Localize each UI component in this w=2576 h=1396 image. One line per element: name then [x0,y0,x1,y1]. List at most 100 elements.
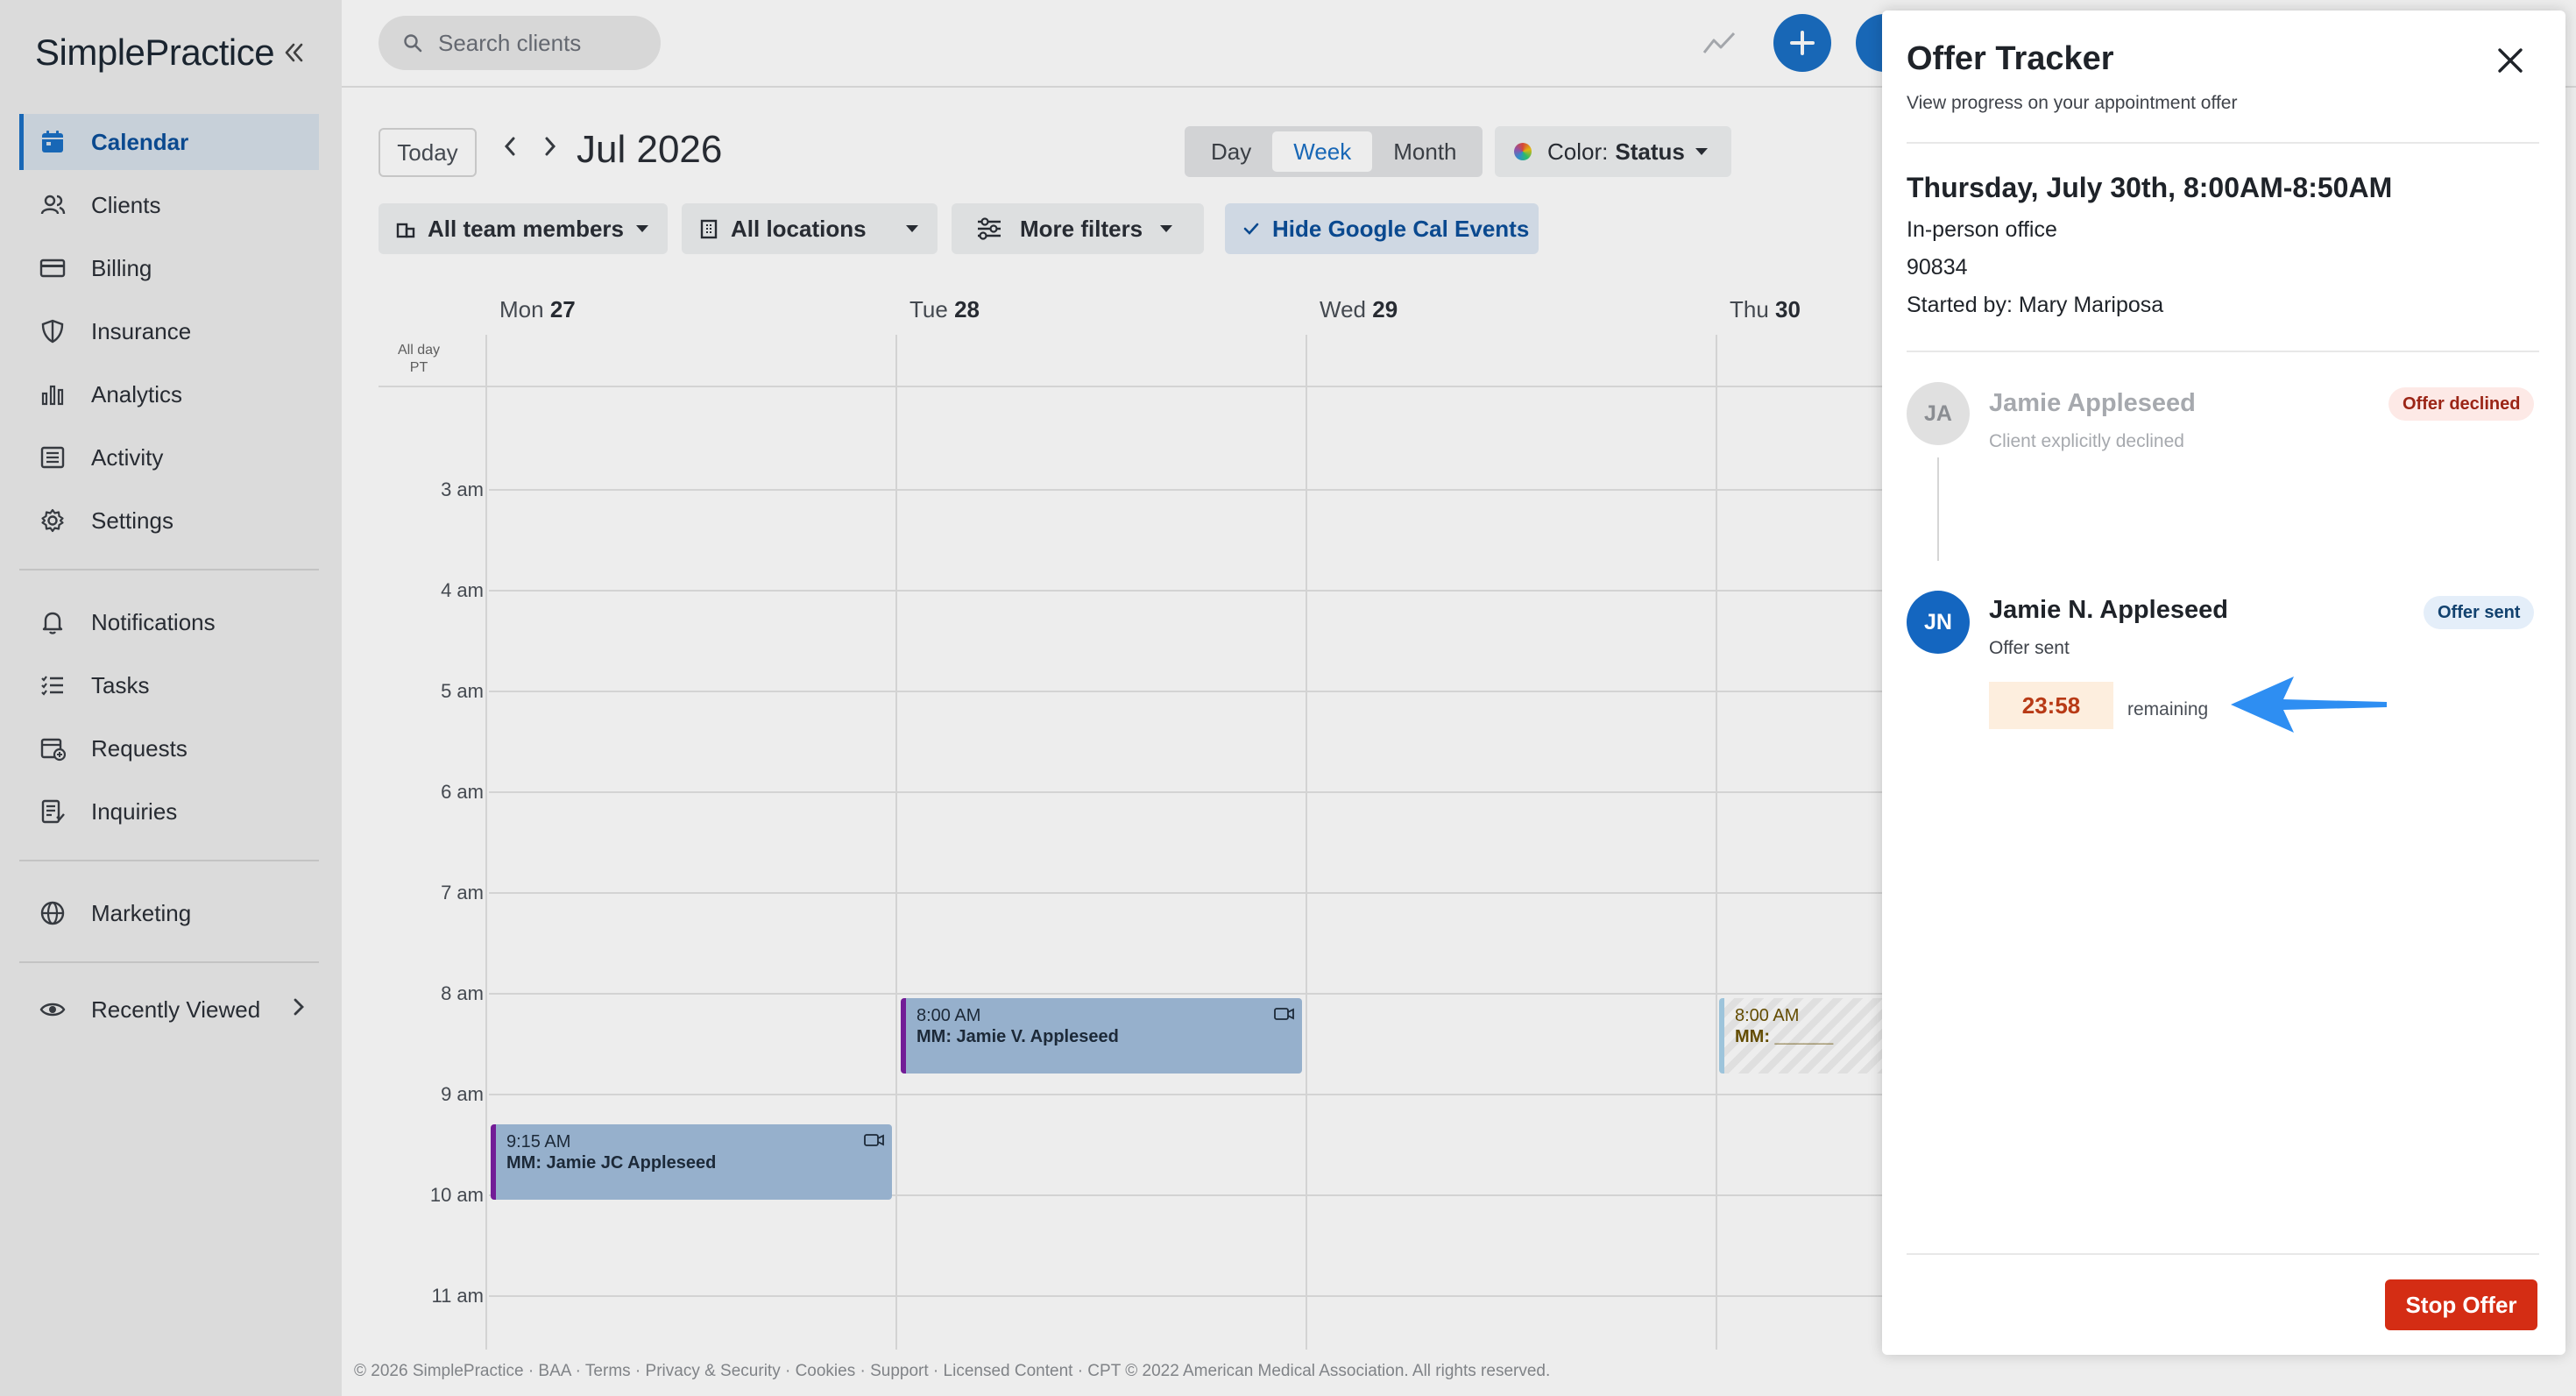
grid-line [489,1295,1894,1297]
sidebar-item-label: Tasks [91,671,150,698]
event-time: 8:00 AM [1735,1006,1800,1025]
sidebar-item-analytics[interactable]: Analytics [19,366,319,422]
users-icon [37,189,68,221]
color-wheel-icon [1514,143,1532,160]
day-header-mon: Mon 27 [499,296,576,322]
team-icon [396,219,415,238]
avatar: JN [1907,591,1970,654]
hour-label: 7 am [441,882,484,904]
shield-icon [37,315,68,347]
team-members-filter[interactable]: All team members [379,203,668,254]
sidebar-item-settings[interactable]: Settings [19,492,319,549]
view-day-button[interactable]: Day [1190,131,1272,172]
calendar-event-tentative[interactable]: 8:00 AM MM: ______ [1719,998,1886,1074]
hour-label: 11 am [431,1285,484,1307]
sidebar-item-label: Requests [91,734,188,762]
grid-line [489,1094,1894,1095]
panel-divider [1907,142,2539,144]
sidebar-item-clients[interactable]: Clients [19,177,319,233]
grid-line [489,791,1894,793]
hour-label: 8 am [441,982,484,1004]
view-month-button[interactable]: Month [1372,131,1477,172]
list-icon [37,442,68,473]
sidebar: SimplePractice Calendar Clients Billing … [0,0,342,1396]
next-week-icon[interactable] [541,133,559,167]
grid-line [489,489,1894,491]
calendar-icon [37,126,68,158]
calendar-event[interactable]: 8:00 AM MM: Jamie V. Appleseed [901,998,1302,1074]
create-button[interactable] [1773,14,1831,72]
collapse-sidebar-icon[interactable] [282,33,305,73]
event-title: MM: Jamie JC Appleseed [506,1153,717,1173]
remaining-label: remaining [2127,699,2209,719]
status-badge: Offer declined [2388,387,2535,421]
video-camera-icon [864,1131,885,1152]
hide-google-cal-toggle[interactable]: Hide Google Cal Events [1225,203,1539,254]
stop-offer-button[interactable]: Stop Offer [2385,1279,2537,1330]
event-title: MM: Jamie V. Appleseed [916,1027,1119,1046]
search-placeholder: Search clients [438,29,582,56]
grid-column-line [1716,335,1717,1350]
offer-client-name: Jamie Appleseed [1989,389,2196,417]
status-badge: Offer sent [2424,596,2535,629]
app-logo[interactable]: SimplePractice [35,32,275,74]
locations-filter[interactable]: All locations [682,203,938,254]
sliders-icon [976,217,1002,240]
color-value: Status [1615,138,1685,165]
hour-label: 5 am [441,680,484,702]
calendar-plus-icon [37,733,68,764]
color-label: Color: [1547,138,1609,165]
offer-client-note: Client explicitly declined [1989,431,2184,451]
sidebar-item-label: Settings [91,507,173,534]
view-toggle: Day Week Month [1185,126,1483,177]
team-filter-label: All team members [428,215,624,242]
trend-icon[interactable] [1702,26,1737,64]
sidebar-item-marketing[interactable]: Marketing [19,885,319,941]
current-month-label: Jul 2026 [577,128,723,171]
close-icon[interactable] [2495,46,2525,80]
panel-divider [1907,1253,2539,1255]
previous-week-icon[interactable] [501,133,519,167]
sidebar-item-insurance[interactable]: Insurance [19,303,319,359]
day-header-wed: Wed 29 [1320,296,1398,322]
more-filters-button[interactable]: More filters [952,203,1204,254]
sidebar-divider [19,860,319,861]
grid-column-line [1306,335,1307,1350]
checklist-icon [37,670,68,701]
appointment-code: 90834 [1907,255,1968,280]
event-time: 8:00 AM [916,1006,981,1025]
footer-legal: © 2026 SimplePractice · BAA · Terms · Pr… [354,1362,1551,1380]
offer-client-note: Offer sent [1989,638,2070,658]
calendar-event[interactable]: 9:15 AM MM: Jamie JC Appleseed [491,1124,892,1200]
view-week-button[interactable]: Week [1272,131,1373,172]
search-input[interactable]: Search clients [379,16,661,70]
sidebar-item-label: Recently Viewed [91,996,261,1023]
color-by-dropdown[interactable]: Color: Status [1495,126,1731,177]
sidebar-item-calendar[interactable]: Calendar [19,114,319,170]
sidebar-item-activity[interactable]: Activity [19,429,319,485]
hour-label: 3 am [441,478,484,500]
eye-icon [37,994,68,1025]
appointment-location: In-person office [1907,217,2057,242]
grid-line [489,993,1894,995]
grid-line [489,691,1894,692]
sidebar-item-inquiries[interactable]: Inquiries [19,783,319,840]
today-button[interactable]: Today [379,128,477,177]
event-time: 9:15 AM [506,1132,571,1152]
chevron-down-icon [1160,225,1173,232]
hour-label: 10 am [429,1184,484,1206]
sidebar-item-notifications[interactable]: Notifications [19,594,319,650]
grid-line [489,590,1894,592]
sidebar-item-requests[interactable]: Requests [19,720,319,776]
sidebar-item-label: Inquiries [91,797,178,825]
grid-line [379,386,1894,387]
event-title: MM: ______ [1735,1027,1834,1046]
video-camera-icon [1274,1005,1295,1026]
credit-card-icon [37,252,68,284]
search-icon [403,33,422,53]
gear-icon [37,505,68,536]
sidebar-item-label: Insurance [91,317,192,344]
sidebar-item-billing[interactable]: Billing [19,240,319,296]
sidebar-item-recently-viewed[interactable]: Recently Viewed [19,981,319,1038]
sidebar-item-tasks[interactable]: Tasks [19,657,319,713]
